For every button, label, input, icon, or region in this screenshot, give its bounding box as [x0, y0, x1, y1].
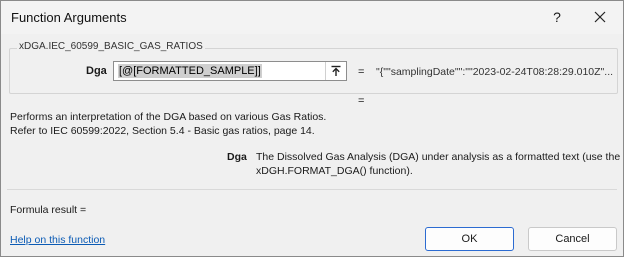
function-description-line: Refer to IEC 60599:2022, Section 5.4 - B…	[10, 125, 315, 137]
argument-label: Dga	[86, 65, 107, 77]
formula-result-label: Formula result =	[10, 204, 87, 216]
function-description-line: Performs an interpretation of the DGA ba…	[10, 111, 327, 123]
divider	[7, 189, 617, 190]
collapse-dialog-button[interactable]	[325, 62, 346, 80]
function-arguments-dialog: Function Arguments ? xDGA.IEC_60599_BASI…	[0, 0, 624, 257]
function-name-label: xDGA.IEC_60599_BASIC_GAS_RATIOS	[17, 41, 205, 52]
argument-evaluated-value: "{""samplingDate"":""2023-02-24T08:28:29…	[376, 66, 614, 78]
help-on-function-link[interactable]: Help on this function	[10, 234, 105, 246]
title-bar: Function Arguments ?	[1, 1, 623, 34]
collapse-arrow-icon	[331, 65, 341, 76]
ok-button[interactable]: OK	[425, 227, 514, 251]
argument-input[interactable]: [@[FORMATTED_SAMPLE]]	[113, 61, 347, 81]
argument-help-line: The Dissolved Gas Analysis (DGA) under a…	[256, 151, 621, 163]
close-button[interactable]	[587, 4, 613, 30]
function-result-equals: =	[358, 95, 365, 107]
dialog-title: Function Arguments	[11, 10, 127, 25]
help-button[interactable]: ?	[546, 4, 568, 30]
cancel-button[interactable]: Cancel	[528, 227, 617, 251]
close-icon	[594, 11, 606, 23]
argument-input-value[interactable]: [@[FORMATTED_SAMPLE]]	[118, 64, 262, 78]
argument-equals: =	[358, 66, 365, 78]
argument-help-label: Dga	[227, 151, 247, 163]
argument-help-line: xDGH.FORMAT_DGA() function).	[256, 165, 413, 177]
